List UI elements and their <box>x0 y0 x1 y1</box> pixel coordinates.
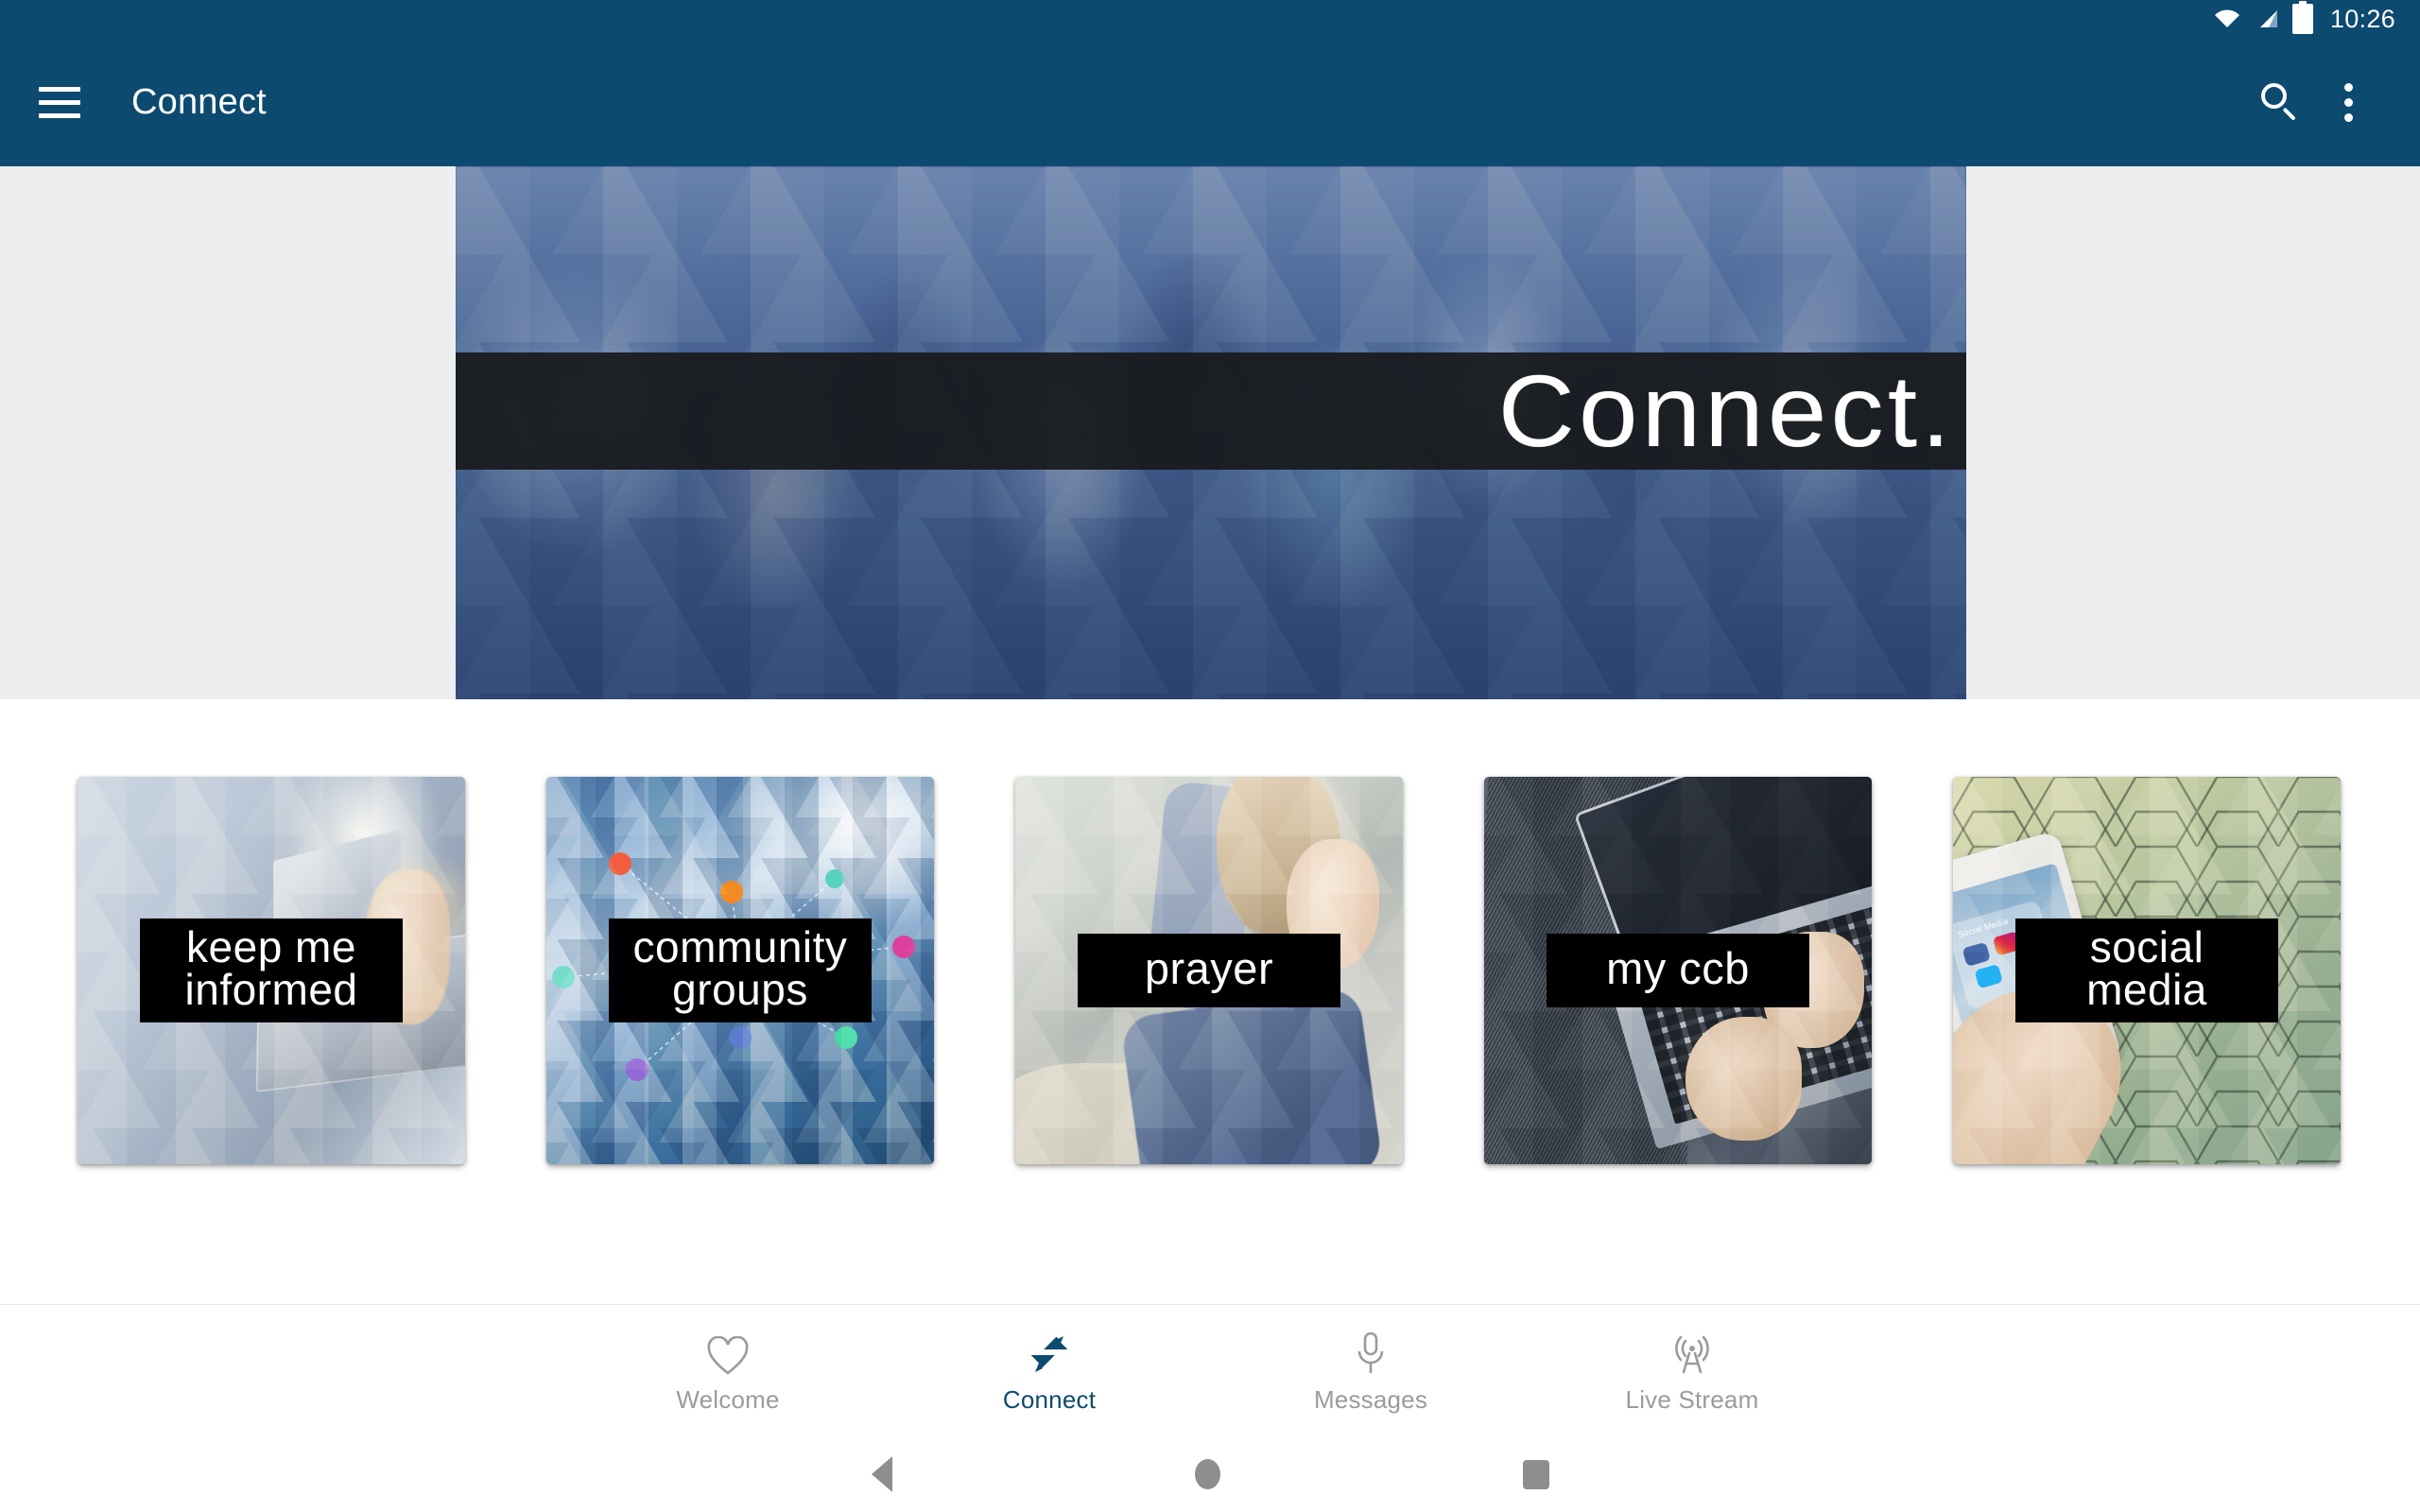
overflow-menu-icon <box>2343 82 2353 122</box>
back-triangle-icon[interactable] <box>871 1456 892 1492</box>
hero-banner-text: Connect. <box>1497 353 1955 468</box>
nav-label: Connect <box>1002 1385 1097 1414</box>
search-icon <box>2261 83 2299 121</box>
cards-row: keep me informed community groups prayer… <box>78 777 2341 1164</box>
wifi-icon <box>2213 9 2241 29</box>
app-root: 10:26 Connect Connect. keep me informed … <box>0 0 2420 1512</box>
bottom-navigation-bar: Welcome Connect Messages Live Stream <box>0 1304 2420 1436</box>
card-community-groups[interactable]: community groups <box>546 777 934 1164</box>
status-bar: 10:26 <box>0 0 2420 38</box>
status-icon-group: 10:26 <box>2213 1 2395 34</box>
card-label: my ccb <box>1547 933 1809 1008</box>
card-social-media[interactable]: Social Media social media <box>1953 777 2341 1164</box>
card-label: community groups <box>609 918 872 1023</box>
android-navigation-bar <box>0 1436 2420 1512</box>
nav-label: Live Stream <box>1625 1385 1759 1414</box>
nav-item-welcome[interactable]: Welcome <box>567 1327 889 1415</box>
recents-square-icon[interactable] <box>1522 1459 1549 1489</box>
cards-section: keep me informed community groups prayer… <box>0 699 2420 1304</box>
card-label: social media <box>2015 918 2278 1023</box>
status-time: 10:26 <box>2329 4 2395 33</box>
microphone-icon <box>1354 1327 1388 1376</box>
hero-text-band: Connect. <box>456 352 1966 470</box>
nav-label: Messages <box>1313 1385 1428 1414</box>
card-my-ccb[interactable]: my ccb <box>1484 777 1872 1164</box>
cellular-signal-icon <box>2255 9 2279 29</box>
battery-icon <box>2291 1 2313 34</box>
search-button[interactable] <box>2246 68 2314 136</box>
nav-label: Welcome <box>676 1385 780 1414</box>
app-toolbar: Connect <box>0 38 2420 166</box>
card-label: keep me informed <box>140 918 403 1023</box>
home-circle-icon[interactable] <box>1194 1459 1220 1489</box>
page-title: Connect <box>131 81 267 122</box>
card-prayer[interactable]: prayer <box>1015 777 1403 1164</box>
card-keep-me-informed[interactable]: keep me informed <box>78 777 465 1164</box>
heart-icon <box>706 1327 750 1376</box>
overflow-menu-button[interactable] <box>2314 68 2382 136</box>
nav-item-messages[interactable]: Messages <box>1210 1327 1531 1415</box>
hero-banner[interactable]: Connect. <box>456 166 1966 699</box>
nav-item-connect[interactable]: Connect <box>889 1327 1210 1415</box>
nav-item-live-stream[interactable]: Live Stream <box>1531 1327 1853 1415</box>
broadcast-tower-icon <box>1670 1327 1714 1376</box>
hamburger-menu-icon[interactable] <box>30 73 89 131</box>
hero-section: Connect. <box>0 166 2420 699</box>
card-label: prayer <box>1078 933 1340 1008</box>
connect-arrows-icon <box>1028 1327 1071 1376</box>
